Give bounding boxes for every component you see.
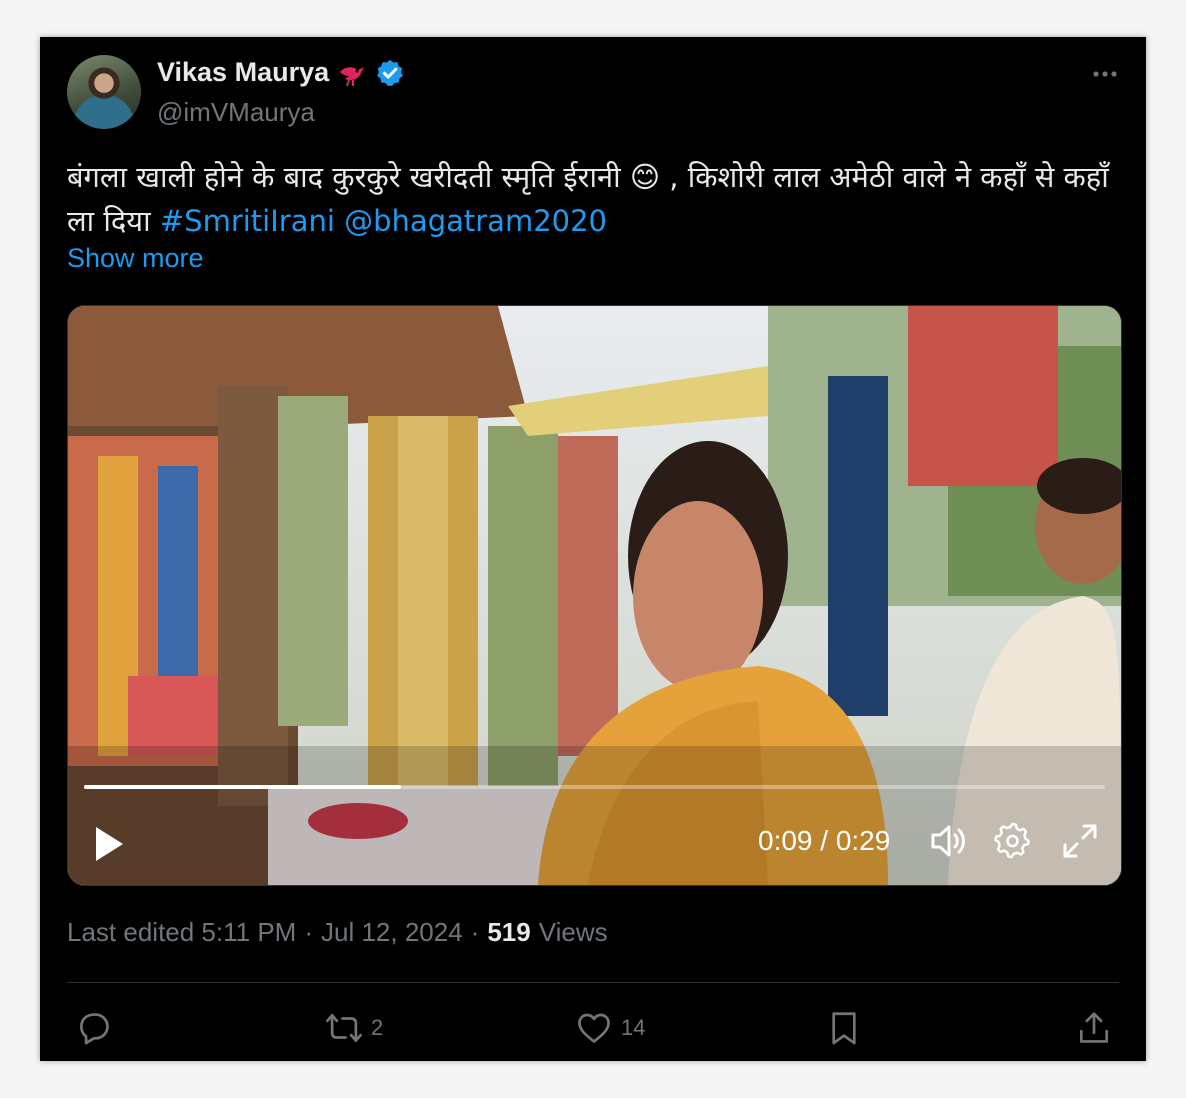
bookmark-icon xyxy=(832,1012,856,1045)
video-progress-bar[interactable] xyxy=(84,785,1105,789)
verified-badge-icon[interactable] xyxy=(375,58,405,88)
meta-separator: · xyxy=(470,917,480,947)
views-label: Views xyxy=(538,917,608,947)
divider xyxy=(67,982,1119,983)
settings-gear-icon[interactable] xyxy=(993,821,1033,861)
mention-link[interactable]: @bhagatram2020 xyxy=(344,204,607,238)
avatar[interactable] xyxy=(67,55,141,129)
red-bird-icon xyxy=(340,66,365,86)
video-time: 0:09 / 0:29 xyxy=(758,825,891,856)
tweet-date[interactable]: Jul 12, 2024 xyxy=(321,917,463,948)
retweet-count: 2 xyxy=(371,1015,384,1040)
author-name-row: Vikas Maurya xyxy=(157,57,405,88)
reply-icon xyxy=(79,1013,109,1045)
like-count: 14 xyxy=(621,1015,646,1040)
volume-icon[interactable] xyxy=(928,821,968,861)
tweet-text: बंगला खाली होने के बाद कुरकुरे खरीदती स्… xyxy=(67,155,1127,243)
display-name[interactable]: Vikas Maurya xyxy=(157,57,329,88)
share-icon xyxy=(1079,1012,1109,1043)
meta-separator: · xyxy=(304,917,313,947)
share-button[interactable] xyxy=(1075,1009,1121,1047)
reply-button[interactable] xyxy=(75,1009,121,1047)
hashtag-link[interactable]: #SmritiIrani xyxy=(160,204,335,238)
like-button[interactable]: 14 xyxy=(575,1009,645,1047)
author-handle[interactable]: @imVMaurya xyxy=(157,97,315,128)
video-progress-fill xyxy=(84,785,401,789)
tweet-card: Vikas Maurya @imVMaurya बंगला खाली होने … xyxy=(40,37,1146,1061)
edited-label[interactable]: Last edited 5:11 PM xyxy=(67,917,296,948)
tweet-meta: Last edited 5:11 PM · Jul 12, 2024 · 519… xyxy=(67,917,608,948)
heart-icon xyxy=(578,1013,610,1043)
video-frame xyxy=(68,306,1121,885)
show-more-link[interactable]: Show more xyxy=(67,243,204,274)
more-options-icon[interactable] xyxy=(1090,59,1120,89)
views-count: 519 xyxy=(487,917,531,947)
bookmark-button[interactable] xyxy=(825,1009,871,1047)
video-player[interactable]: 0:09 / 0:29 xyxy=(67,305,1122,886)
fullscreen-icon[interactable] xyxy=(1060,821,1100,861)
play-icon[interactable] xyxy=(92,824,126,864)
retweet-icon xyxy=(326,1013,362,1043)
retweet-button[interactable]: 2 xyxy=(325,1009,383,1047)
